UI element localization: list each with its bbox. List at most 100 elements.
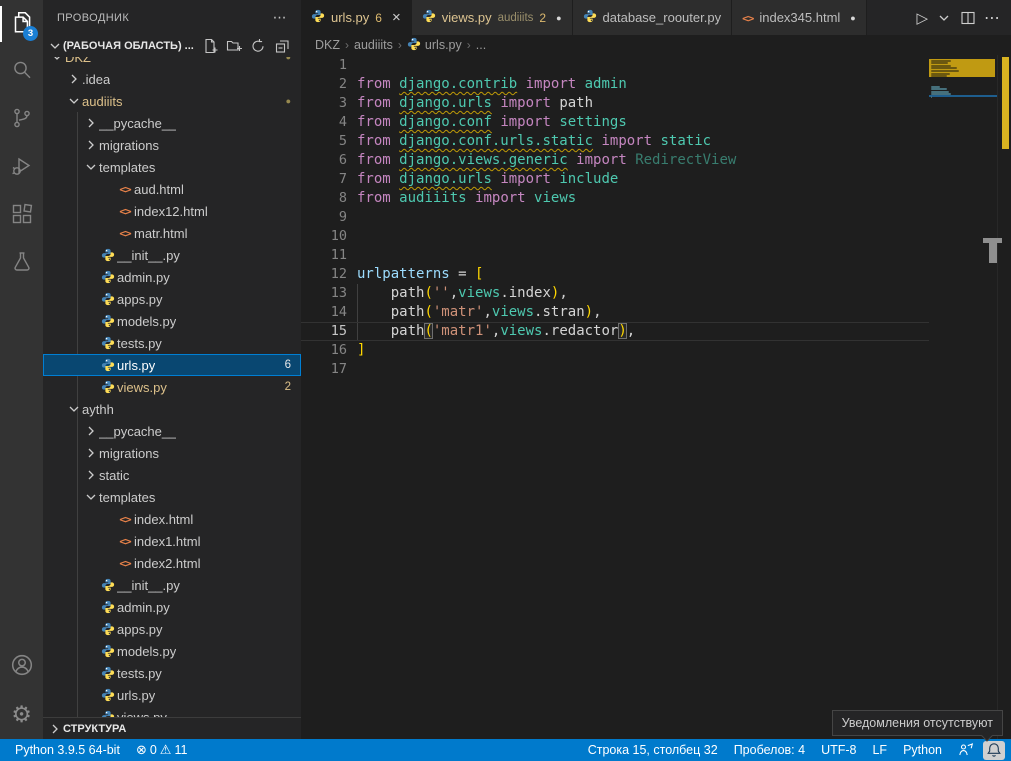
tree-item-static[interactable]: static <box>43 464 301 486</box>
code-line-9[interactable]: 9 <box>301 208 929 227</box>
run-button[interactable]: ▷ <box>914 6 930 30</box>
code-line-15[interactable]: 15 path('matr1',views.redactor), <box>301 322 929 341</box>
code-line-3[interactable]: 3from django.urls import path <box>301 94 929 113</box>
tree-item-index1.html[interactable]: <>index1.html <box>43 530 301 552</box>
more-actions-icon[interactable]: ⋯ <box>982 6 1003 30</box>
status-eol[interactable]: LF <box>865 739 894 761</box>
tree-item-aud.html[interactable]: <>aud.html <box>43 178 301 200</box>
code-line-6[interactable]: 6from django.views.generic import Redire… <box>301 151 929 170</box>
code-line-2[interactable]: 2from django.contrib import admin <box>301 75 929 94</box>
tree-item-admin.py[interactable]: admin.py <box>43 266 301 288</box>
tree-item-__pycache__[interactable]: __pycache__ <box>43 112 301 134</box>
tree-item-apps.py[interactable]: apps.py <box>43 288 301 310</box>
status-interpreter[interactable]: Python 3.9.5 64-bit <box>8 739 127 761</box>
breadcrumb-item-DKZ[interactable]: DKZ <box>315 38 340 52</box>
tree-item-templates[interactable]: templates <box>43 156 301 178</box>
more-actions-icon[interactable]: ⋯ <box>273 9 287 26</box>
chevron-down-icon <box>83 159 99 175</box>
tree-item-migrations[interactable]: migrations <box>43 442 301 464</box>
tree-item-urls.py[interactable]: urls.py6 <box>43 354 301 376</box>
tree-item-index.html[interactable]: <>index.html <box>43 508 301 530</box>
tab-problems-badge: 6 <box>375 11 382 25</box>
tree-item-templates[interactable]: templates <box>43 486 301 508</box>
code-line-14[interactable]: 14 path('matr',views.stran), <box>301 303 929 322</box>
new-file-button[interactable] <box>201 37 219 55</box>
tree-item-index2.html[interactable]: <>index2.html <box>43 552 301 574</box>
tree-item-urls.py[interactable]: urls.py <box>43 684 301 706</box>
modified-dot-icon[interactable]: ● <box>850 13 855 23</box>
tree-item-tests.py[interactable]: tests.py <box>43 662 301 684</box>
tree-item-admin.py[interactable]: admin.py <box>43 596 301 618</box>
collapse-all-button[interactable] <box>273 37 291 55</box>
status-encoding[interactable]: UTF-8 <box>814 739 863 761</box>
activity-extensions-button[interactable] <box>0 192 43 240</box>
run-dropdown-chevron-icon[interactable] <box>934 6 954 30</box>
beaker-icon <box>10 250 34 279</box>
code-line-7[interactable]: 7from django.urls import include <box>301 170 929 189</box>
tab-database_roouter.py[interactable]: database_roouter.py <box>573 0 733 35</box>
refresh-button[interactable] <box>249 37 267 55</box>
code-line-13[interactable]: 13 path('',views.index), <box>301 284 929 303</box>
code-line-11[interactable]: 11 <box>301 246 929 265</box>
tree-item-index12.html[interactable]: <>index12.html <box>43 200 301 222</box>
activity-account-button[interactable] <box>0 643 43 691</box>
tree-item-tests.py[interactable]: tests.py <box>43 332 301 354</box>
status-problems[interactable]: ⊗0⚠11 <box>129 739 195 761</box>
code-line-8[interactable]: 8from audiiits import views <box>301 189 929 208</box>
line-number: 14 <box>301 303 347 322</box>
python-file-icon <box>99 314 117 328</box>
tab-views.py[interactable]: views.pyaudiiits2● <box>412 0 573 35</box>
code-line-5[interactable]: 5from django.conf.urls.static import sta… <box>301 132 929 151</box>
status-language-mode[interactable]: Python <box>896 739 949 761</box>
tree-item-views.py[interactable]: views.py <box>43 706 301 717</box>
tree-item-__pycache__[interactable]: __pycache__ <box>43 420 301 442</box>
activity-search-button[interactable] <box>0 48 43 96</box>
tree-item-DKZ[interactable]: DKZ● <box>43 57 301 68</box>
tree-item-matr.html[interactable]: <>matr.html <box>43 222 301 244</box>
code-line-1[interactable]: 1 <box>301 56 929 75</box>
close-icon[interactable]: × <box>392 9 401 26</box>
tree-item-apps.py[interactable]: apps.py <box>43 618 301 640</box>
tree-item-.idea[interactable]: .idea <box>43 68 301 90</box>
status-indentation[interactable]: Пробелов: 4 <box>727 739 812 761</box>
tree-item-models.py[interactable]: models.py <box>43 640 301 662</box>
modified-dot-icon[interactable]: ● <box>556 13 561 23</box>
file-tree[interactable]: DKZ●.ideaaudiiits●__pycache__migrationst… <box>43 57 301 717</box>
feedback-icon[interactable] <box>951 739 981 761</box>
breadcrumb-item-...[interactable]: ... <box>476 38 486 52</box>
activity-run-debug-button[interactable] <box>0 144 43 192</box>
code-line-16[interactable]: 16] <box>301 341 929 360</box>
breadcrumb-item-audiiits[interactable]: audiiits <box>354 38 393 52</box>
breadcrumb-item-urls.py[interactable]: urls.py <box>407 37 462 54</box>
overview-ruler[interactable] <box>997 55 1011 739</box>
scrollbar-handle[interactable] <box>989 238 1008 264</box>
code-line-17[interactable]: 17 <box>301 360 929 379</box>
tree-item-__init__.py[interactable]: __init__.py <box>43 244 301 266</box>
activity-settings-button[interactable]: ⚙ <box>0 691 43 739</box>
split-editor-icon[interactable] <box>958 6 978 30</box>
tree-item-label: index1.html <box>134 534 200 549</box>
outline-section-header[interactable]: СТРУКТУРА <box>43 717 301 739</box>
new-folder-button[interactable] <box>225 37 243 55</box>
editor[interactable]: 12from django.contrib import admin3from … <box>301 55 1011 739</box>
activity-source-control-button[interactable] <box>0 96 43 144</box>
code-area[interactable]: 12from django.contrib import admin3from … <box>301 55 929 739</box>
status-cursor-position[interactable]: Строка 15, столбец 32 <box>581 739 725 761</box>
code-line-12[interactable]: 12urlpatterns = [ <box>301 265 929 284</box>
activity-testing-button[interactable] <box>0 240 43 288</box>
minimap[interactable] <box>929 55 997 739</box>
tab-index345.html[interactable]: <>index345.html● <box>732 0 867 35</box>
tree-item-aythh[interactable]: aythh <box>43 398 301 420</box>
tab-urls.py[interactable]: urls.py6× <box>301 0 412 35</box>
code-line-4[interactable]: 4from django.conf import settings <box>301 113 929 132</box>
tree-item-migrations[interactable]: migrations <box>43 134 301 156</box>
tree-item-models.py[interactable]: models.py <box>43 310 301 332</box>
code-line-10[interactable]: 10 <box>301 227 929 246</box>
activity-explorer-button[interactable]: 3 <box>0 0 43 48</box>
tree-item-audiiits[interactable]: audiiits● <box>43 90 301 112</box>
tree-item-views.py[interactable]: views.py2 <box>43 376 301 398</box>
gutter-gap <box>347 208 357 227</box>
notifications-bell-icon[interactable] <box>983 741 1005 760</box>
tree-item-__init__.py[interactable]: __init__.py <box>43 574 301 596</box>
workspace-section-header[interactable]: (РАБОЧАЯ ОБЛАСТЬ) ... <box>43 35 301 57</box>
